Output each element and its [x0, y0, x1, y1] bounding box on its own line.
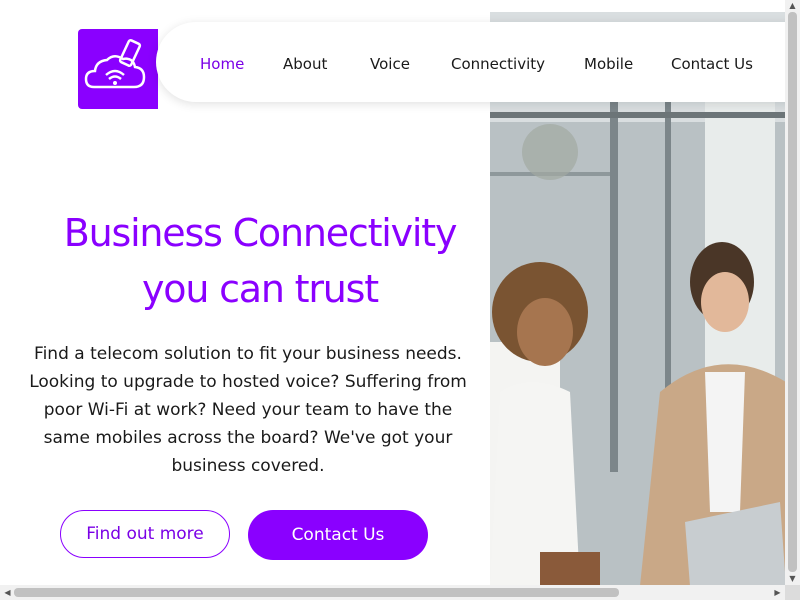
hero-heading: Business Connectivity you can trust: [40, 205, 480, 317]
scroll-up-icon[interactable]: ▲: [785, 0, 800, 12]
scroll-right-icon[interactable]: ▶: [770, 587, 785, 599]
nav-about[interactable]: About: [283, 22, 327, 102]
horizontal-scrollbar[interactable]: ◀ ▶: [0, 585, 785, 600]
hero-heading-line2: you can trust: [142, 267, 379, 311]
vertical-scroll-thumb[interactable]: [788, 12, 797, 572]
find-out-more-button[interactable]: Find out more: [60, 510, 230, 558]
scrollbar-corner: [785, 585, 800, 600]
nav-mobile[interactable]: Mobile: [584, 22, 633, 102]
site-logo[interactable]: [78, 29, 158, 109]
scroll-left-icon[interactable]: ◀: [0, 587, 15, 599]
hero-heading-line1: Business Connectivity: [63, 211, 458, 255]
horizontal-scroll-thumb[interactable]: [14, 588, 619, 597]
cloud-wifi-phone-icon: [84, 38, 146, 89]
nav-connectivity[interactable]: Connectivity: [451, 22, 545, 102]
contact-us-button[interactable]: Contact Us: [248, 510, 428, 560]
scroll-down-icon[interactable]: ▼: [785, 573, 800, 585]
nav-voice[interactable]: Voice: [370, 22, 410, 102]
vertical-scrollbar[interactable]: ▲ ▼: [785, 0, 800, 585]
nav-contact-us[interactable]: Contact Us: [671, 22, 753, 102]
hero-description: Find a telecom solution to fit your busi…: [29, 344, 467, 476]
nav-home[interactable]: Home: [200, 22, 244, 102]
main-nav: Home About Voice Connectivity Mobile Con…: [156, 22, 796, 102]
